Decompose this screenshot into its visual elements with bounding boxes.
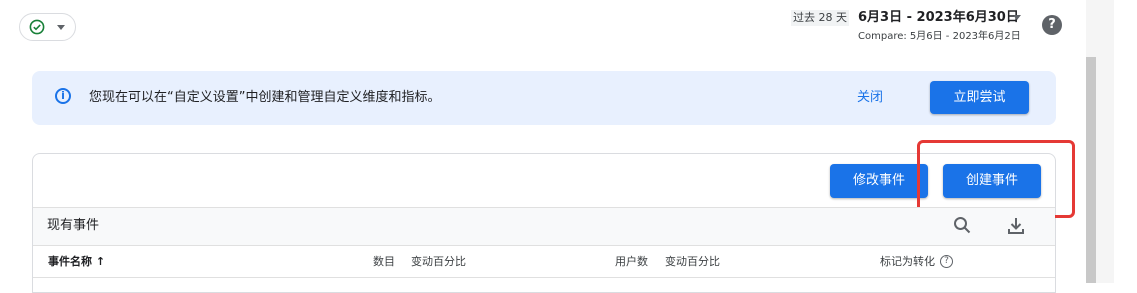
sort-ascending-icon: ↑	[95, 255, 106, 268]
scrollbar[interactable]	[1086, 57, 1096, 283]
column-count[interactable]: 数目	[373, 254, 395, 269]
dismiss-banner-link[interactable]: 关闭	[857, 89, 883, 106]
column-mark-conversion: 标记为转化	[880, 255, 935, 268]
compare-range: Compare: 5月6日 - 2023年6月2日	[858, 31, 1021, 42]
caret-down-icon	[57, 24, 65, 30]
column-users[interactable]: 用户数	[615, 254, 648, 269]
banner-message: 您现在可以在“自定义设置”中创建和管理自定义维度和指标。	[89, 90, 441, 105]
search-icon[interactable]	[953, 216, 971, 234]
info-icon: i	[55, 88, 71, 104]
column-users-change[interactable]: 变动百分比	[665, 254, 720, 269]
column-event-name-label: 事件名称	[48, 255, 92, 268]
download-icon[interactable]	[1006, 216, 1026, 236]
modify-event-button[interactable]: 修改事件	[830, 164, 928, 198]
column-event-name[interactable]: 事件名称 ↑	[48, 254, 105, 269]
existing-events-title: 现有事件	[47, 218, 100, 233]
status-dropdown[interactable]	[19, 13, 76, 41]
range-label: 过去 28 天	[791, 10, 849, 26]
help-icon[interactable]: ?	[1042, 15, 1062, 35]
try-now-button[interactable]: 立即尝试	[930, 81, 1029, 114]
date-range-caret-icon[interactable]	[1013, 15, 1021, 20]
date-range-selector[interactable]: 6月3日 - 2023年6月30日	[858, 9, 1019, 27]
check-circle-icon	[29, 19, 45, 35]
conversion-help-icon[interactable]: ?	[940, 255, 953, 268]
table-divider	[33, 277, 1055, 278]
existing-events-header-row	[33, 207, 1055, 246]
column-count-change[interactable]: 变动百分比	[411, 254, 466, 269]
